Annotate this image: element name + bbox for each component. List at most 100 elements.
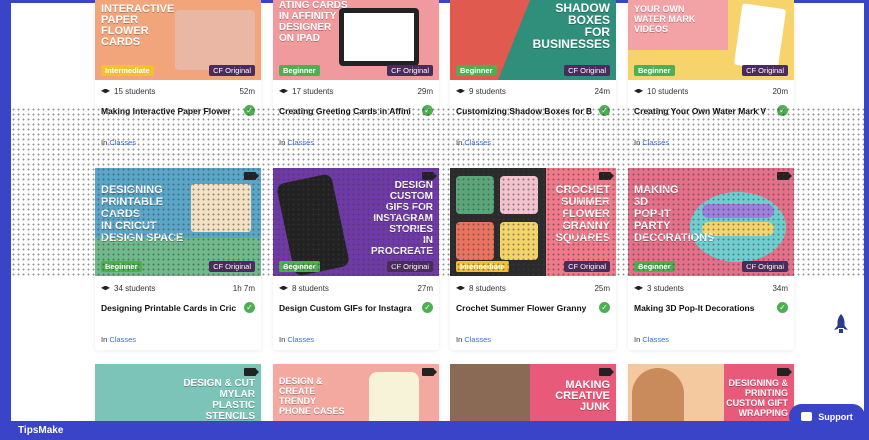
thumbnail-card — [733, 3, 787, 71]
video-icon — [599, 368, 614, 376]
rocket-icon[interactable] — [834, 314, 848, 334]
thumbnail-title: YOUR OWN WATER MARK VIDEOS — [634, 4, 696, 34]
support-button[interactable]: Support — [789, 404, 865, 429]
thumbnail-title: ATING CARDS IN AFFINITY DESIGNER ON IPAD — [279, 0, 348, 44]
cf-original-badge: CF Original — [209, 65, 255, 76]
chat-bubble-icon — [801, 412, 813, 421]
duration: 20m — [772, 87, 788, 96]
class-thumbnail[interactable]: SHADOW BOXES FOR BUSINESSES Beginner CF … — [450, 0, 616, 80]
duration: 1h 7m — [232, 284, 255, 293]
duration: 29m — [417, 87, 433, 96]
level-badge: Beginner — [279, 65, 320, 76]
video-icon — [244, 368, 259, 376]
class-title[interactable]: Making Interactive Paper Flower — [101, 106, 241, 116]
level-badge: Beginner — [634, 261, 675, 272]
graduation-cap-icon — [279, 285, 288, 291]
class-title[interactable]: Creating Greeting Cards in Affini — [279, 106, 419, 116]
class-thumbnail[interactable]: DESIGNING PRINTABLE CARDS IN CRICUT DESI… — [95, 168, 261, 276]
check-icon: ✓ — [422, 302, 433, 313]
thumbnail-title: SHADOW BOXES FOR BUSINESSES — [532, 1, 610, 51]
thumbnail-title: MAKING CREATIVE JUNK — [555, 379, 610, 413]
category-link[interactable]: Classes — [109, 335, 136, 344]
student-count: 34 students — [114, 284, 156, 293]
thumbnail-title: INTERACTIVE PAPER FLOWER CARDS — [101, 3, 175, 48]
class-thumbnail[interactable]: DESIGN CUSTOM GIFS FOR INSTAGRAM STORIES… — [273, 168, 439, 276]
student-count: 17 students — [292, 87, 334, 96]
level-badge: Intermediate — [456, 261, 509, 272]
video-icon — [422, 172, 437, 180]
class-title[interactable]: Designing Printable Cards in Cric — [101, 303, 241, 313]
class-title[interactable]: Crochet Summer Flower Granny — [456, 303, 596, 313]
class-thumbnail[interactable]: INTERACTIVE PAPER FLOWER CARDS Intermedi… — [95, 0, 261, 80]
check-icon: ✓ — [422, 105, 433, 116]
check-icon: ✓ — [599, 105, 610, 116]
video-icon — [244, 172, 259, 180]
frame-left-border — [0, 0, 11, 440]
thumbnail-title: DESIGN & CUT MYLAR PLASTIC STENCILS — [183, 378, 255, 422]
student-count: 10 students — [647, 87, 689, 96]
duration: 34m — [772, 284, 788, 293]
category-link[interactable]: Classes — [287, 138, 314, 147]
class-card[interactable]: CROCHET SUMMER FLOWER GRANNY SQUARES Int… — [450, 168, 616, 350]
cf-original-badge: CF Original — [387, 261, 433, 272]
level-badge: Beginner — [456, 65, 497, 76]
class-card[interactable]: SHADOW BOXES FOR BUSINESSES Beginner CF … — [450, 0, 616, 153]
level-badge: Intermediate — [101, 65, 154, 76]
class-thumbnail[interactable]: YOUR OWN WATER MARK VIDEOS Beginner CF O… — [628, 0, 794, 80]
graduation-cap-icon — [101, 285, 110, 291]
duration: 52m — [239, 87, 255, 96]
cf-original-badge: CF Original — [387, 65, 433, 76]
class-title[interactable]: Creating Your Own Water Mark V — [634, 106, 774, 116]
support-label: Support — [818, 411, 853, 422]
level-badge: Beginner — [101, 261, 142, 272]
cf-original-badge: CF Original — [564, 261, 610, 272]
class-thumbnail[interactable]: ATING CARDS IN AFFINITY DESIGNER ON IPAD… — [273, 0, 439, 80]
thumbnail-title: DESIGNING PRINTABLE CARDS IN CRICUT DESI… — [101, 184, 184, 244]
thumbnail-title: DESIGNING & PRINTING CUSTOM GIFT WRAPPIN… — [726, 378, 788, 418]
video-icon — [777, 368, 792, 376]
class-card[interactable]: DESIGN CUSTOM GIFS FOR INSTAGRAM STORIES… — [273, 168, 439, 350]
thumbnail-card — [191, 184, 251, 232]
duration: 25m — [594, 284, 610, 293]
level-badge: Beginner — [634, 65, 675, 76]
class-thumbnail[interactable]: CROCHET SUMMER FLOWER GRANNY SQUARES Int… — [450, 168, 616, 276]
category-link[interactable]: Classes — [464, 138, 491, 147]
category-link[interactable]: Classes — [464, 335, 491, 344]
class-card[interactable]: INTERACTIVE PAPER FLOWER CARDS Intermedi… — [95, 0, 261, 153]
student-count: 3 students — [647, 284, 684, 293]
class-card[interactable]: YOUR OWN WATER MARK VIDEOS Beginner CF O… — [628, 0, 794, 153]
thumbnail-photo — [175, 10, 255, 70]
category-link[interactable]: Classes — [642, 138, 669, 147]
check-icon: ✓ — [244, 105, 255, 116]
student-count: 8 students — [292, 284, 329, 293]
graduation-cap-icon — [279, 88, 288, 94]
category-link[interactable]: Classes — [287, 335, 314, 344]
cf-original-badge: CF Original — [742, 261, 788, 272]
student-count: 8 students — [469, 284, 506, 293]
class-title[interactable]: Design Custom GIFs for Instagra — [279, 303, 419, 313]
check-icon: ✓ — [777, 302, 788, 313]
cf-original-badge: CF Original — [209, 261, 255, 272]
graduation-cap-icon — [634, 285, 643, 291]
class-card[interactable]: DESIGNING PRINTABLE CARDS IN CRICUT DESI… — [95, 168, 261, 350]
video-icon — [777, 172, 792, 180]
class-title[interactable]: Making 3D Pop-It Decorations — [634, 303, 774, 313]
category-link[interactable]: Classes — [109, 138, 136, 147]
thumbnail-title: MAKING 3D POP-IT PARTY DECORATIONS — [634, 184, 715, 244]
duration: 27m — [417, 284, 433, 293]
check-icon: ✓ — [777, 105, 788, 116]
cf-original-badge: CF Original — [742, 65, 788, 76]
class-thumbnail[interactable]: MAKING 3D POP-IT PARTY DECORATIONS Begin… — [628, 168, 794, 276]
check-icon: ✓ — [244, 302, 255, 313]
brand-label: TipsMake — [18, 425, 64, 436]
cf-original-badge: CF Original — [564, 65, 610, 76]
class-title[interactable]: Customizing Shadow Boxes for B — [456, 106, 596, 116]
graduation-cap-icon — [456, 88, 465, 94]
check-icon: ✓ — [599, 302, 610, 313]
graduation-cap-icon — [101, 88, 110, 94]
thumbnail-title: DESIGN & CREATE TRENDY PHONE CASES — [279, 376, 345, 416]
class-card[interactable]: ATING CARDS IN AFFINITY DESIGNER ON IPAD… — [273, 0, 439, 153]
bottom-bar: TipsMake — [0, 421, 869, 440]
category-link[interactable]: Classes — [642, 335, 669, 344]
class-card[interactable]: MAKING 3D POP-IT PARTY DECORATIONS Begin… — [628, 168, 794, 350]
